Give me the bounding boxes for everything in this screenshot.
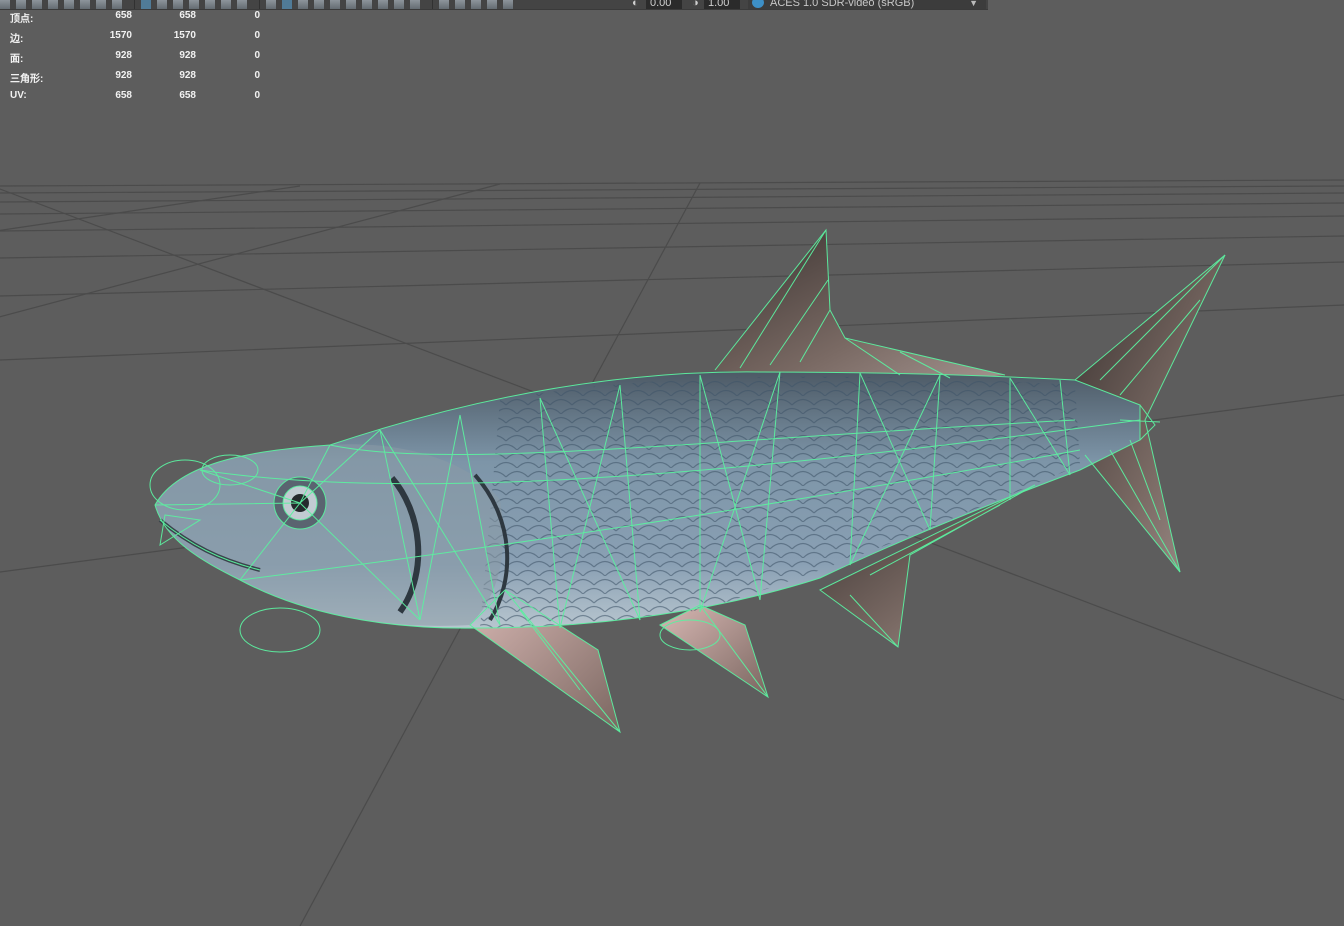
- textured-icon[interactable]: [314, 0, 324, 9]
- color-space-dropdown[interactable]: ACES 1.0 SDR-video (sRGB) ▼: [748, 0, 986, 9]
- rotate-icon[interactable]: [64, 0, 74, 9]
- wireframe-on-shaded-icon[interactable]: [298, 0, 308, 9]
- exposure-field[interactable]: 0.00: [646, 0, 682, 9]
- xray-components-icon[interactable]: [471, 0, 481, 9]
- camera-attributes-icon[interactable]: [487, 0, 497, 9]
- pelvic-fin: [660, 605, 768, 697]
- lighting-icon[interactable]: [346, 0, 356, 9]
- toolbar-separator: [432, 0, 433, 9]
- grid-toggle-icon[interactable]: [141, 0, 151, 9]
- 3d-viewport[interactable]: [0, 9, 1344, 926]
- bookmark-icon[interactable]: [503, 0, 513, 9]
- gamma-field[interactable]: 1.00: [704, 0, 740, 9]
- gamma-icon[interactable]: ◑: [688, 0, 702, 9]
- snap-icon[interactable]: [96, 0, 106, 9]
- field-chart-icon[interactable]: [221, 0, 231, 9]
- wireframe-icon[interactable]: [266, 0, 276, 9]
- scale-icon[interactable]: [80, 0, 90, 9]
- exposure-icon[interactable]: ◐: [628, 0, 644, 9]
- paint-icon[interactable]: [32, 0, 42, 9]
- viewport-canvas[interactable]: [0, 9, 1344, 926]
- display-gate-icon[interactable]: [237, 0, 247, 9]
- shaded-icon[interactable]: [282, 0, 292, 9]
- move-icon[interactable]: [48, 0, 58, 9]
- pivot-icon[interactable]: [112, 0, 122, 9]
- anti-alias-icon[interactable]: [394, 0, 404, 9]
- dorsal-fin: [715, 230, 1005, 385]
- camera-icon[interactable]: [173, 0, 183, 9]
- ambient-occlusion-icon[interactable]: [378, 0, 388, 9]
- xray-joints-icon[interactable]: [455, 0, 465, 9]
- toolbar-icon-strip: [0, 0, 519, 9]
- chevron-down-icon[interactable]: ▼: [969, 0, 978, 9]
- isolate-icon[interactable]: [439, 0, 449, 9]
- shadow-icon[interactable]: [362, 0, 372, 9]
- toolbar-separator: [259, 0, 260, 9]
- lasso-icon[interactable]: [16, 0, 26, 9]
- resolution-gate-icon[interactable]: [189, 0, 199, 9]
- toolbar-separator: [134, 0, 135, 9]
- safe-area-icon[interactable]: [205, 0, 215, 9]
- film-gate-icon[interactable]: [157, 0, 167, 9]
- color-management-icon[interactable]: [752, 0, 764, 8]
- color-space-label: ACES 1.0 SDR-video (sRGB): [770, 0, 915, 9]
- xray-icon[interactable]: [330, 0, 340, 9]
- select-icon[interactable]: [0, 0, 10, 9]
- depth-of-field-icon[interactable]: [410, 0, 420, 9]
